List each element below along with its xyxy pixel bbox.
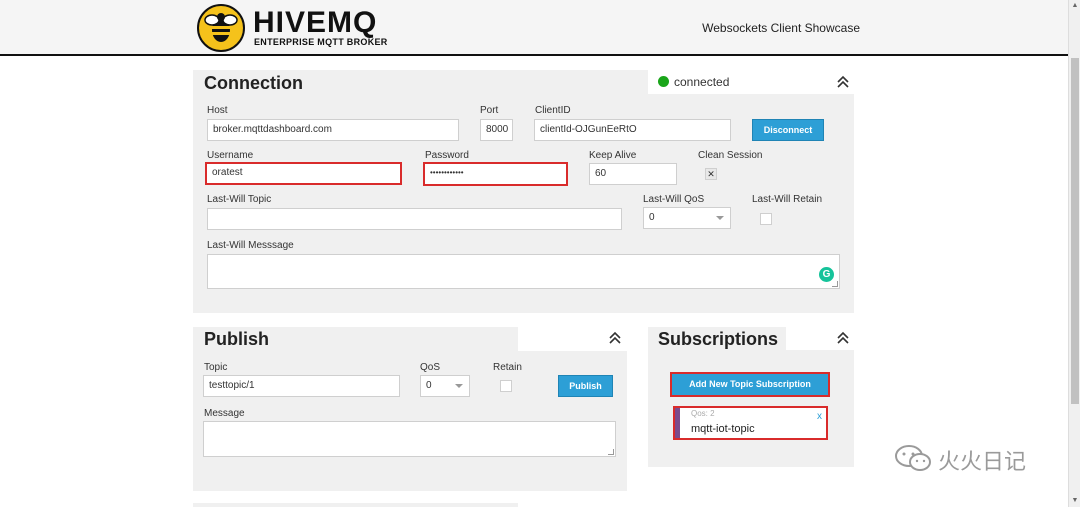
publish-retain-label: Retain	[493, 362, 522, 373]
collapse-subscriptions-double-chevron-up-icon[interactable]	[836, 331, 850, 345]
clientid-input[interactable]: clientId-OJGunEeRtO	[534, 119, 731, 141]
disconnect-button[interactable]: Disconnect	[752, 119, 824, 141]
chevron-down-icon	[455, 384, 463, 388]
clean-session-label: Clean Session	[698, 150, 763, 161]
close-icon[interactable]: x	[817, 411, 822, 422]
keepalive-label: Keep Alive	[589, 150, 637, 161]
subscriptions-title: Subscriptions	[658, 329, 779, 349]
clean-session-checkbox[interactable]: ✕	[705, 168, 717, 180]
wechat-icon	[893, 443, 933, 473]
publish-qos-value: 0	[426, 380, 432, 391]
resize-handle-icon[interactable]	[608, 449, 614, 455]
host-label: Host	[207, 105, 228, 116]
publish-qos-label: QoS	[420, 362, 441, 373]
host-input[interactable]: broker.mqttdashboard.com	[207, 119, 459, 141]
scroll-up-arrow-icon[interactable]: ▲	[1069, 0, 1080, 12]
publish-retain-checkbox[interactable]	[500, 380, 512, 392]
header: HIVEMQ ENTERPRISE MQTT BROKER Websockets…	[0, 0, 1068, 56]
subscription-item[interactable]: Qos: 2 mqtt-iot-topic x	[673, 406, 828, 440]
subscription-topic: mqtt-iot-topic	[691, 423, 755, 435]
bee-logo-icon	[197, 4, 245, 52]
subscription-color-stripe	[675, 408, 680, 438]
lastwill-message-textarea[interactable]: G	[207, 254, 840, 289]
lastwill-qos-label: Last-Will QoS	[643, 194, 705, 205]
brand-tagline: ENTERPRISE MQTT BROKER	[254, 37, 388, 47]
publish-qos-select[interactable]: 0	[420, 375, 470, 397]
watermark-text: 火火日记	[938, 450, 1027, 475]
lastwill-qos-value: 0	[649, 212, 655, 223]
publish-topic-input[interactable]: testtopic/1	[203, 375, 400, 397]
connection-title: Connection	[204, 73, 303, 93]
password-input[interactable]: ••••••••••••	[423, 162, 568, 186]
username-label: Username	[207, 150, 254, 161]
status-indicator-icon	[658, 76, 669, 87]
resize-handle-icon[interactable]	[832, 281, 838, 287]
publish-message-textarea[interactable]	[203, 421, 616, 457]
lastwill-qos-select[interactable]: 0	[643, 207, 731, 229]
lastwill-message-label: Last-Will Messsage	[207, 240, 294, 251]
add-subscription-button[interactable]: Add New Topic Subscription	[670, 372, 830, 397]
port-label: Port	[480, 105, 499, 116]
lastwill-retain-label: Last-Will Retain	[752, 194, 823, 205]
keepalive-input[interactable]: 60	[589, 163, 677, 185]
brand-name: HIVEMQ	[253, 6, 378, 39]
publish-topic-label: Topic	[204, 362, 228, 373]
port-input[interactable]: 8000	[480, 119, 513, 141]
username-input[interactable]: oratest	[205, 162, 402, 185]
subscription-qos: Qos: 2	[691, 409, 715, 418]
lastwill-retain-checkbox[interactable]	[760, 213, 772, 225]
publish-message-label: Message	[204, 408, 245, 419]
collapse-connection-double-chevron-up-icon[interactable]	[836, 75, 850, 89]
collapse-publish-double-chevron-up-icon[interactable]	[608, 331, 622, 345]
publish-title: Publish	[204, 329, 270, 349]
grammarly-icon[interactable]: G	[819, 267, 834, 282]
bottom-panel-edge	[193, 503, 518, 507]
chevron-down-icon	[716, 216, 724, 220]
publish-button[interactable]: Publish	[558, 375, 613, 397]
lastwill-topic-input[interactable]	[207, 208, 622, 230]
page-scrollbar[interactable]: ▲ ▼	[1068, 0, 1080, 507]
page-title: Websockets Client Showcase	[702, 21, 860, 35]
scroll-down-arrow-icon[interactable]: ▼	[1069, 495, 1080, 507]
connection-status-text: connected	[674, 75, 730, 89]
scrollbar-thumb[interactable]	[1071, 58, 1079, 404]
password-label: Password	[425, 150, 469, 161]
lastwill-topic-label: Last-Will Topic	[207, 194, 272, 205]
clientid-label: ClientID	[535, 105, 571, 116]
